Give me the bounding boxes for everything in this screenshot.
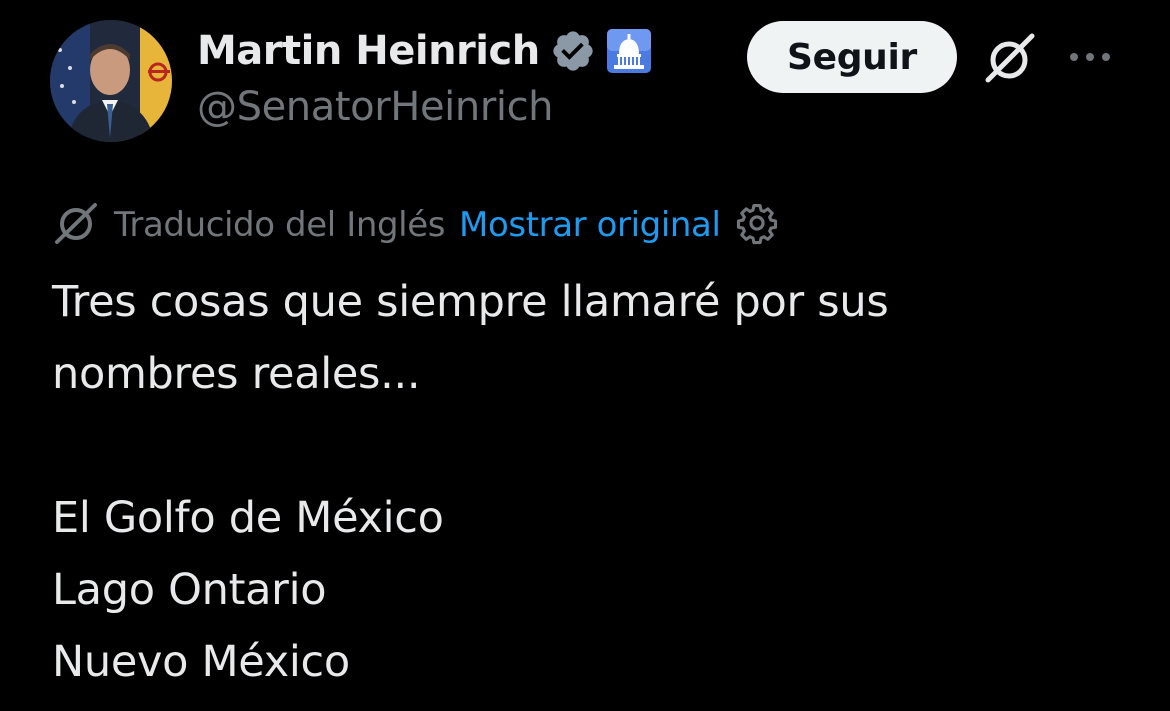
follow-button[interactable]: Seguir — [747, 21, 957, 93]
translation-settings-gear-icon[interactable] — [735, 201, 779, 249]
tweet-list-item: Nuevo México — [52, 637, 350, 687]
author-name-row: Martin Heinrich — [197, 22, 652, 80]
more-options-icon[interactable] — [1066, 44, 1114, 70]
capitol-dome-icon — [606, 28, 652, 74]
tweet-intro-line-1: Tres cosas que siempre llamaré por sus — [52, 277, 889, 327]
translate-grok-icon — [52, 200, 100, 250]
verified-badge-icon[interactable] — [550, 28, 596, 74]
show-original-link[interactable]: Mostrar original — [459, 205, 721, 245]
translation-bar: Traducido del Inglés Mostrar original — [52, 200, 779, 250]
author-handle[interactable]: @SenatorHeinrich — [197, 84, 554, 130]
tweet-list-item: El Golfo de México — [52, 493, 444, 543]
tweet-list-item: Lago Ontario — [52, 565, 327, 615]
tweet-text: Tres cosas que siempre llamaré por sus n… — [52, 266, 1132, 698]
author-display-name[interactable]: Martin Heinrich — [197, 28, 540, 74]
translated-from-label: Traducido del Inglés — [114, 205, 446, 245]
grok-icon[interactable] — [980, 30, 1040, 86]
tweet-card: Martin Heinrich @SenatorHeinrich Seguir … — [0, 0, 1170, 711]
tweet-intro-line-2: nombres reales... — [52, 349, 421, 399]
avatar[interactable] — [50, 20, 172, 142]
